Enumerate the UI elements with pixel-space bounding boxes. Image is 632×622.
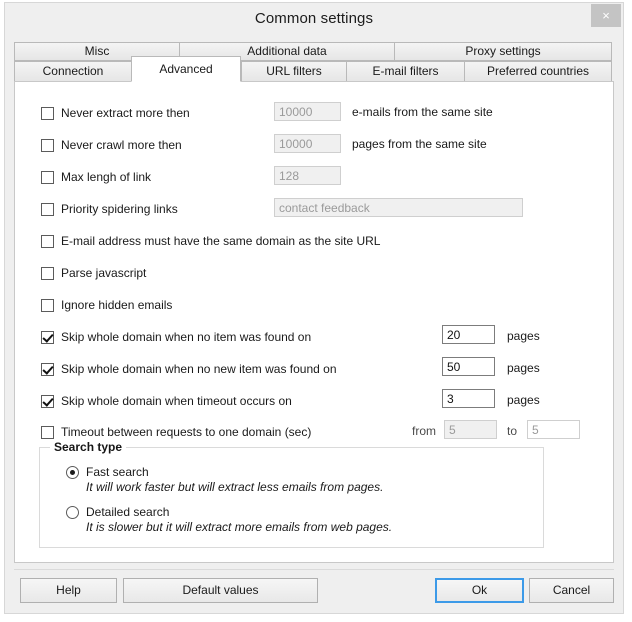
title-bar: Common settings × [5,3,623,37]
close-icon[interactable]: × [591,4,621,27]
tab-url-filters[interactable]: URL filters [241,61,346,82]
option-row-skip-no-new-item: Skip whole domain when no new item was f… [41,358,337,380]
label-timeout-from: from [412,424,436,438]
search-type-title: Search type [50,440,126,454]
label-ignore-hidden-emails: Ignore hidden emails [61,298,172,312]
checkbox-timeout-between-requests[interactable] [41,426,54,439]
cancel-button[interactable]: Cancel [529,578,614,603]
common-settings-dialog: Common settings × Misc Additional data P… [4,2,624,614]
label-fast-search: Fast search [86,465,149,479]
option-row-ignore-hidden-emails: Ignore hidden emails [41,294,172,316]
checkbox-email-same-domain[interactable] [41,235,54,248]
suffix-skip-no-new-item-found: pages [507,361,540,375]
option-row-parse-javascript: Parse javascript [41,262,146,284]
input-skip-no-new-item-found-pages[interactable] [442,357,495,376]
input-never-extract-more-then[interactable] [274,102,341,121]
label-skip-timeout-occurs: Skip whole domain when timeout occurs on [61,394,292,408]
label-parse-javascript: Parse javascript [61,266,146,280]
tab-row-top: Misc Additional data Proxy settings [14,42,612,61]
footer-separator [14,569,614,570]
help-button[interactable]: Help [20,578,117,603]
input-skip-timeout-occurs-pages[interactable] [442,389,495,408]
label-email-same-domain: E-mail address must have the same domain… [61,234,380,248]
suffix-never-crawl-more-then: pages from the same site [352,137,487,151]
suffix-skip-timeout-occurs: pages [507,393,540,407]
label-skip-no-item-found: Skip whole domain when no item was found… [61,330,311,344]
radio-detailed-search[interactable] [66,506,79,519]
checkbox-max-lengh-of-link[interactable] [41,171,54,184]
input-timeout-to[interactable] [527,420,580,439]
checkbox-never-extract-more-then[interactable] [41,107,54,120]
checkbox-skip-no-item-found[interactable] [41,331,54,344]
suffix-skip-no-item-found: pages [507,329,540,343]
default-values-button[interactable]: Default values [123,578,318,603]
tab-connection[interactable]: Connection [14,61,131,82]
label-max-lengh-of-link: Max lengh of link [61,170,151,184]
option-row-max-length: Max lengh of link [41,166,151,188]
dialog-title: Common settings [5,10,623,27]
input-max-lengh-of-link[interactable] [274,166,341,185]
description-fast-search: It will work faster but will extract les… [86,480,516,494]
tab-advanced[interactable]: Advanced [131,56,241,82]
label-detailed-search: Detailed search [86,505,169,519]
advanced-settings-panel: Never extract more then e-mails from the… [14,81,614,563]
label-timeout-to: to [507,424,517,438]
checkbox-skip-no-new-item-found[interactable] [41,363,54,376]
option-row-email-same-domain: E-mail address must have the same domain… [41,230,380,252]
label-never-crawl-more-then: Never crawl more then [61,138,182,152]
ok-button[interactable]: Ok [435,578,524,603]
option-row-never-extract: Never extract more then [41,102,190,124]
tab-email-filters[interactable]: E-mail filters [346,61,464,82]
checkbox-priority-spidering-links[interactable] [41,203,54,216]
input-timeout-from[interactable] [444,420,497,439]
option-row-skip-no-item: Skip whole domain when no item was found… [41,326,311,348]
tab-row-bottom: Connection Advanced URL filters E-mail f… [14,61,612,82]
option-row-never-crawl: Never crawl more then [41,134,182,156]
description-detailed-search: It is slower but it will extract more em… [86,520,426,534]
option-row-skip-timeout: Skip whole domain when timeout occurs on [41,390,292,412]
checkbox-never-crawl-more-then[interactable] [41,139,54,152]
checkbox-skip-timeout-occurs[interactable] [41,395,54,408]
tab-proxy-settings[interactable]: Proxy settings [394,42,612,61]
label-priority-spidering-links: Priority spidering links [61,202,178,216]
input-never-crawl-more-then[interactable] [274,134,341,153]
checkbox-parse-javascript[interactable] [41,267,54,280]
suffix-never-extract-more-then: e-mails from the same site [352,105,493,119]
input-priority-spidering-links[interactable] [274,198,523,217]
radio-fast-search[interactable] [66,466,79,479]
option-row-priority-spidering: Priority spidering links [41,198,178,220]
label-timeout-between-requests: Timeout between requests to one domain (… [61,425,311,439]
input-skip-no-item-found-pages[interactable] [442,325,495,344]
label-never-extract-more-then: Never extract more then [61,106,190,120]
label-skip-no-new-item-found: Skip whole domain when no new item was f… [61,362,337,376]
search-type-groupbox: Search type Fast search It will work fas… [39,447,544,548]
checkbox-ignore-hidden-emails[interactable] [41,299,54,312]
tab-preferred-countries[interactable]: Preferred countries [464,61,612,82]
